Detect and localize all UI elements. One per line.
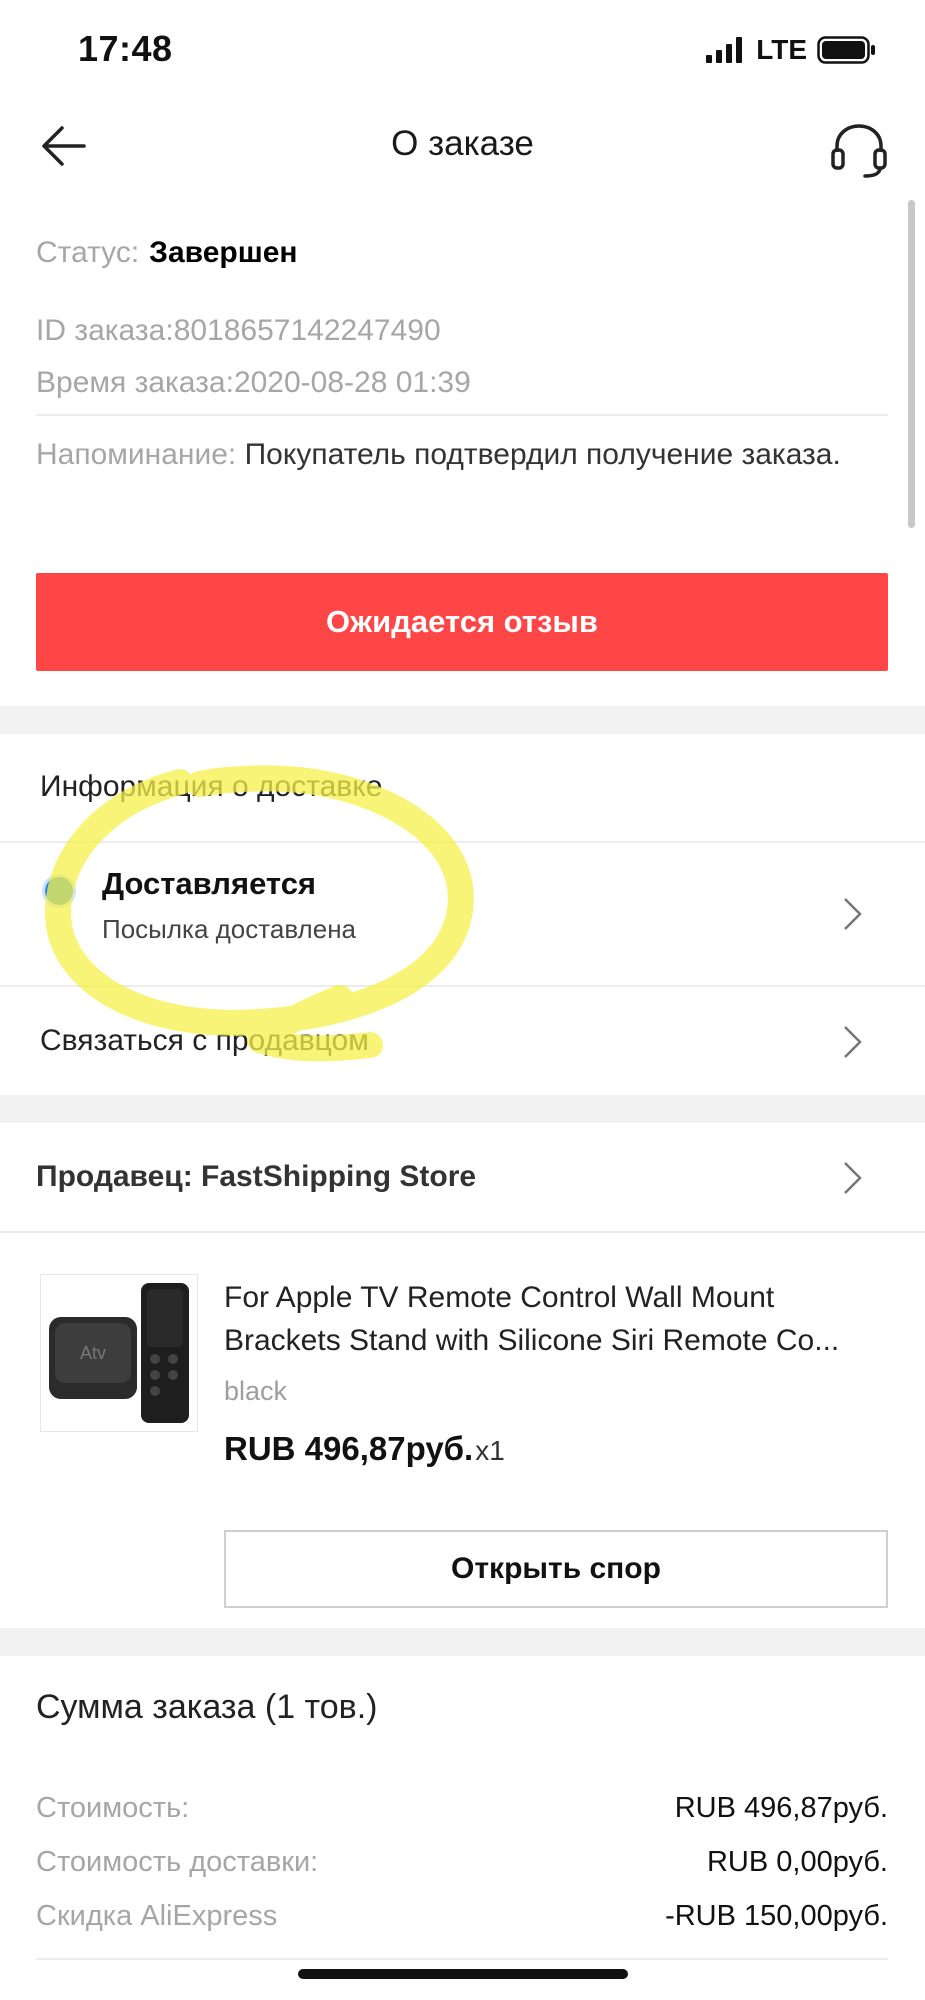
summary-label: Стоимость:: [36, 1792, 190, 1824]
open-dispute-button[interactable]: Открыть спор: [224, 1530, 888, 1608]
product-image[interactable]: Atv: [40, 1274, 198, 1432]
order-id-label: ID заказа:: [36, 314, 174, 347]
summary-value: RUB 0,00руб.: [706, 1846, 888, 1878]
page-title: О заказе: [391, 124, 534, 163]
order-time: Время заказа:2020-08-28 01:39: [36, 366, 471, 400]
apple-tv-remote-image: Atv: [49, 1283, 189, 1423]
status-indicators: LTE: [706, 34, 877, 66]
summary-row-discount: Скидка AliExpress -RUB 150,00руб.: [36, 1900, 888, 1933]
chevron-right-icon: [844, 1162, 862, 1194]
order-status: Статус: Завершен: [36, 236, 298, 270]
divider: [0, 1231, 925, 1233]
order-time-value: 2020-08-28 01:39: [233, 366, 471, 399]
divider: [36, 414, 888, 416]
status-label: Статус:: [36, 236, 140, 269]
seller-name: Продавец: FastShipping Store: [36, 1160, 477, 1193]
chevron-right-icon: [844, 898, 862, 930]
summary-label: Скидка AliExpress: [36, 1900, 278, 1932]
reminder-label: Напоминание:: [36, 438, 237, 471]
battery-icon: [817, 36, 875, 64]
status-value: Завершен: [149, 236, 298, 269]
signal-icon: [706, 37, 743, 63]
summary-value: -RUB 150,00руб.: [665, 1900, 888, 1932]
product-title[interactable]: For Apple TV Remote Control Wall Mount B…: [224, 1276, 884, 1362]
section-separator: [0, 1095, 925, 1123]
chevron-right-icon: [844, 1026, 862, 1058]
product-image-label: Atv: [80, 1343, 106, 1363]
summary-value: RUB 496,87руб.: [674, 1792, 888, 1824]
headset-icon: [831, 124, 887, 178]
order-id-value: 8018657142247490: [173, 314, 441, 347]
product-price: RUB 496,87руб.x1: [224, 1430, 505, 1468]
home-indicator[interactable]: [298, 1969, 628, 1979]
leave-review-button[interactable]: Ожидается отзыв: [36, 573, 888, 671]
highlight-annotation: [44, 765, 474, 1062]
summary-row-cost: Стоимость: RUB 496,87руб.: [36, 1792, 888, 1825]
scrollbar[interactable]: [908, 200, 915, 528]
summary-row-shipping: Стоимость доставки: RUB 0,00руб.: [36, 1846, 888, 1879]
product-price-value: RUB 496,87руб.: [224, 1430, 474, 1467]
order-reminder: Напоминание: Покупатель подтвердил получ…: [36, 434, 856, 476]
support-button[interactable]: [827, 116, 891, 180]
network-type: LTE: [756, 34, 807, 65]
product-variant: black: [224, 1376, 288, 1406]
order-id: ID заказа:8018657142247490: [36, 314, 441, 348]
summary-label: Стоимость доставки:: [36, 1846, 319, 1878]
status-time: 17:48: [78, 28, 173, 69]
reminder-text: Покупатель подтвердил получение заказа.: [244, 438, 841, 471]
product-quantity: x1: [475, 1435, 505, 1466]
section-separator: [0, 1628, 925, 1656]
order-summary-title: Сумма заказа (1 тов.): [36, 1688, 378, 1726]
divider: [36, 1958, 888, 1960]
section-separator: [0, 706, 925, 734]
order-time-label: Время заказа:: [36, 366, 234, 399]
